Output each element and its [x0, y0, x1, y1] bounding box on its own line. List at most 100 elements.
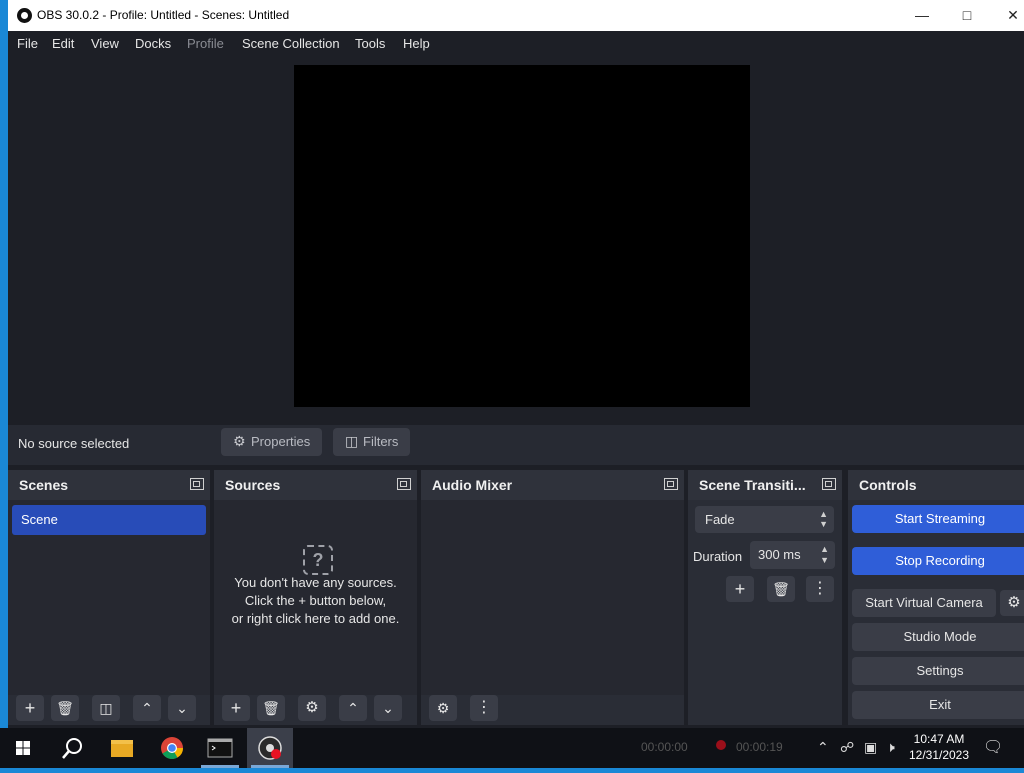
search-button[interactable] [48, 728, 94, 768]
move-source-down-button[interactable]: ⌄ [374, 695, 402, 721]
sources-dock-title: Sources [225, 477, 281, 493]
move-scene-up-button[interactable]: ⌃ [133, 695, 161, 721]
empty-line-1: You don't have any sources. [234, 575, 397, 590]
audio-mixer-header: Audio Mixer [421, 470, 684, 500]
clock-date: 12/31/2023 [908, 748, 970, 762]
remove-source-button[interactable]: 🗑 [257, 695, 285, 721]
network-icon[interactable]: ▣ [864, 739, 877, 756]
menu-scene-collection[interactable]: Scene Collection [242, 36, 340, 51]
duration-input[interactable]: 300 ms ▲ ▼ [750, 541, 835, 569]
menu-docks[interactable]: Docks [135, 36, 171, 51]
gears-icon: ⚙ [436, 700, 450, 716]
more-vertical-icon: ⋮ [812, 580, 828, 597]
transitions-header: Scene Transiti... [688, 470, 842, 500]
transition-select[interactable]: Fade ▲ ▼ [695, 506, 834, 533]
add-source-button[interactable]: + [222, 695, 250, 721]
move-source-up-button[interactable]: ⌃ [339, 695, 367, 721]
window-title: OBS 30.0.2 - Profile: Untitled - Scenes:… [37, 8, 290, 22]
clock[interactable]: 10:47 AM 12/31/2023 [902, 731, 976, 763]
spinner-arrows-icon[interactable]: ▲ ▼ [820, 544, 829, 566]
obs-logo-icon [17, 8, 32, 23]
close-button[interactable]: ✕ [1000, 4, 1024, 26]
audio-mixer-menu-button[interactable]: ⋮ [470, 695, 498, 721]
move-scene-down-button[interactable]: ⌄ [168, 695, 196, 721]
transitions-title: Scene Transiti... [699, 477, 806, 493]
windows-logo-icon [16, 741, 30, 755]
scenes-dock: Scenes Scene + 🗑 ◫ ⌃ ⌄ [8, 470, 210, 725]
updown-arrows-icon: ▲ ▼ [819, 509, 828, 529]
chevron-down-icon: ⌄ [382, 700, 394, 716]
terminal-icon [207, 738, 233, 758]
scene-item[interactable]: Scene [12, 505, 206, 535]
no-source-label: No source selected [18, 436, 130, 451]
scenes-list[interactable]: Scene [8, 500, 210, 695]
menu-help[interactable]: Help [403, 36, 430, 51]
preview-canvas[interactable] [294, 65, 750, 407]
remove-scene-button[interactable]: 🗑 [51, 695, 79, 721]
duration-label: Duration [693, 549, 743, 564]
trash-icon: 🗑 [56, 700, 74, 716]
clock-time: 10:47 AM [913, 732, 965, 746]
advanced-audio-button[interactable]: ⚙ [429, 695, 457, 721]
chevron-up-icon: ⌃ [347, 700, 359, 716]
add-transition-button[interactable]: + [726, 576, 754, 602]
gear-icon: ⚙ [233, 433, 246, 449]
transition-selected: Fade [705, 512, 735, 527]
controls-body: Start Streaming Stop Recording Start Vir… [848, 500, 1024, 725]
virtual-camera-settings-button[interactable]: ⚙ [1000, 590, 1024, 616]
properties-label: Properties [251, 434, 311, 449]
gear-icon: ⚙ [305, 699, 319, 716]
start-streaming-button[interactable]: Start Streaming [852, 505, 1024, 533]
trash-icon: 🗑 [772, 581, 790, 597]
properties-button[interactable]: ⚙ Properties [221, 428, 323, 456]
menu-view[interactable]: View [91, 36, 119, 51]
start-virtual-camera-button[interactable]: Start Virtual Camera [852, 589, 996, 617]
chrome-icon [161, 737, 183, 759]
recording-timer: 00:00:19 [736, 740, 783, 754]
file-explorer-button[interactable] [99, 728, 145, 768]
obs-window: OBS 30.0.2 - Profile: Untitled - Scenes:… [8, 0, 1024, 728]
volume-muted-icon[interactable]: 🕨 [886, 739, 895, 756]
chrome-button[interactable] [149, 728, 195, 768]
sources-toolbar: + 🗑 ⚙ ⌃ ⌄ [214, 695, 417, 725]
float-dock-icon[interactable] [822, 478, 836, 490]
duration-value: 300 ms [758, 547, 801, 562]
filters-button[interactable]: ◫ Filters [333, 428, 411, 456]
transitions-footer [688, 695, 842, 725]
add-scene-button[interactable]: + [16, 695, 44, 721]
audio-mixer-toolbar: ⚙ ⋮ [421, 695, 684, 725]
float-dock-icon[interactable] [190, 478, 204, 490]
menu-edit[interactable]: Edit [52, 36, 74, 51]
windows-taskbar: 00:00:00 00:00:19 ⌃ ☍ ▣ 🕨 10:47 AM 12/31… [0, 728, 1024, 768]
obs-taskbar-button[interactable] [247, 728, 293, 768]
network-off-icon[interactable]: ☍ [840, 739, 854, 756]
studio-mode-button[interactable]: Studio Mode [852, 623, 1024, 651]
terminal-button[interactable] [197, 728, 243, 768]
transition-menu-button[interactable]: ⋮ [806, 576, 834, 602]
show-hidden-icons-chevron-icon[interactable]: ⌃ [817, 739, 829, 756]
exit-button[interactable]: Exit [852, 691, 1024, 719]
scene-filters-button[interactable]: ◫ [92, 695, 120, 721]
search-icon [62, 738, 82, 759]
more-vertical-icon: ⋮ [476, 699, 492, 716]
controls-dock: Controls Start Streaming Stop Recording … [848, 470, 1024, 725]
folder-icon [111, 740, 133, 757]
float-dock-icon[interactable] [664, 478, 678, 490]
menu-tools[interactable]: Tools [355, 36, 385, 51]
menu-file[interactable]: File [17, 36, 38, 51]
sources-dock-header: Sources [214, 470, 417, 500]
remove-transition-button[interactable]: 🗑 [767, 576, 795, 602]
settings-button[interactable]: Settings [852, 657, 1024, 685]
start-button[interactable] [0, 728, 46, 768]
notifications-icon[interactable]: 🗨 [983, 737, 1003, 757]
float-dock-icon[interactable] [397, 478, 411, 490]
transitions-body: Fade ▲ ▼ Duration 300 ms ▲ ▼ + 🗑 ⋮ [688, 500, 842, 695]
maximize-button[interactable]: □ [954, 4, 980, 26]
sources-empty-message: You don't have any sources. Click the + … [214, 574, 417, 628]
source-properties-button[interactable]: ⚙ [298, 695, 326, 721]
controls-header: Controls [848, 470, 1024, 500]
minimize-button[interactable]: — [909, 4, 935, 26]
sources-list[interactable]: ? You don't have any sources. Click the … [214, 500, 417, 695]
stop-recording-button[interactable]: Stop Recording [852, 547, 1024, 575]
menu-profile[interactable]: Profile [187, 36, 224, 51]
